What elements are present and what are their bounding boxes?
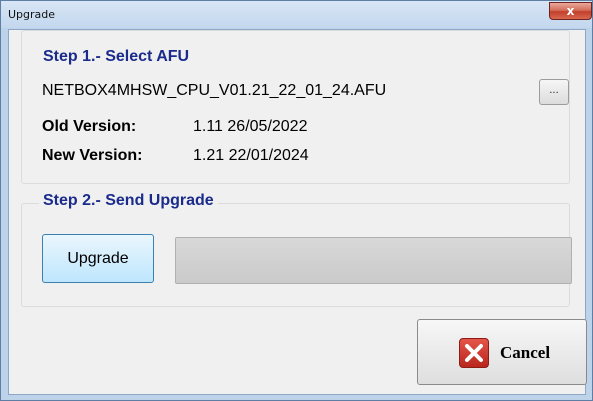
upgrade-button[interactable]: Upgrade — [42, 234, 154, 283]
old-version-label: Old Version: — [42, 118, 137, 135]
upgrade-progress-bar — [175, 237, 572, 284]
cancel-x-icon — [459, 338, 489, 368]
close-button[interactable]: x — [549, 2, 592, 20]
afu-file-name: NETBOX4MHSW_CPU_V01.21_22_01_24.AFU — [42, 82, 387, 99]
cancel-label: Cancel — [500, 343, 551, 362]
browse-button[interactable]: ... — [539, 79, 569, 105]
window-title: Upgrade — [8, 8, 56, 21]
cancel-button[interactable]: Cancel — [417, 319, 587, 385]
new-version-value: 1.21 22/01/2024 — [193, 147, 309, 164]
close-icon: x — [566, 4, 575, 18]
upgrade-dialog: Upgrade x Step 1.- Select AFU NETBOX4MHS… — [0, 0, 593, 401]
old-version-value: 1.11 26/05/2022 — [193, 118, 308, 135]
step1-legend: Step 1.- Select AFU — [39, 48, 194, 66]
step2-legend: Step 2.- Send Upgrade — [39, 192, 218, 210]
title-bar[interactable]: Upgrade x — [1, 1, 592, 28]
new-version-label: New Version: — [42, 147, 143, 164]
